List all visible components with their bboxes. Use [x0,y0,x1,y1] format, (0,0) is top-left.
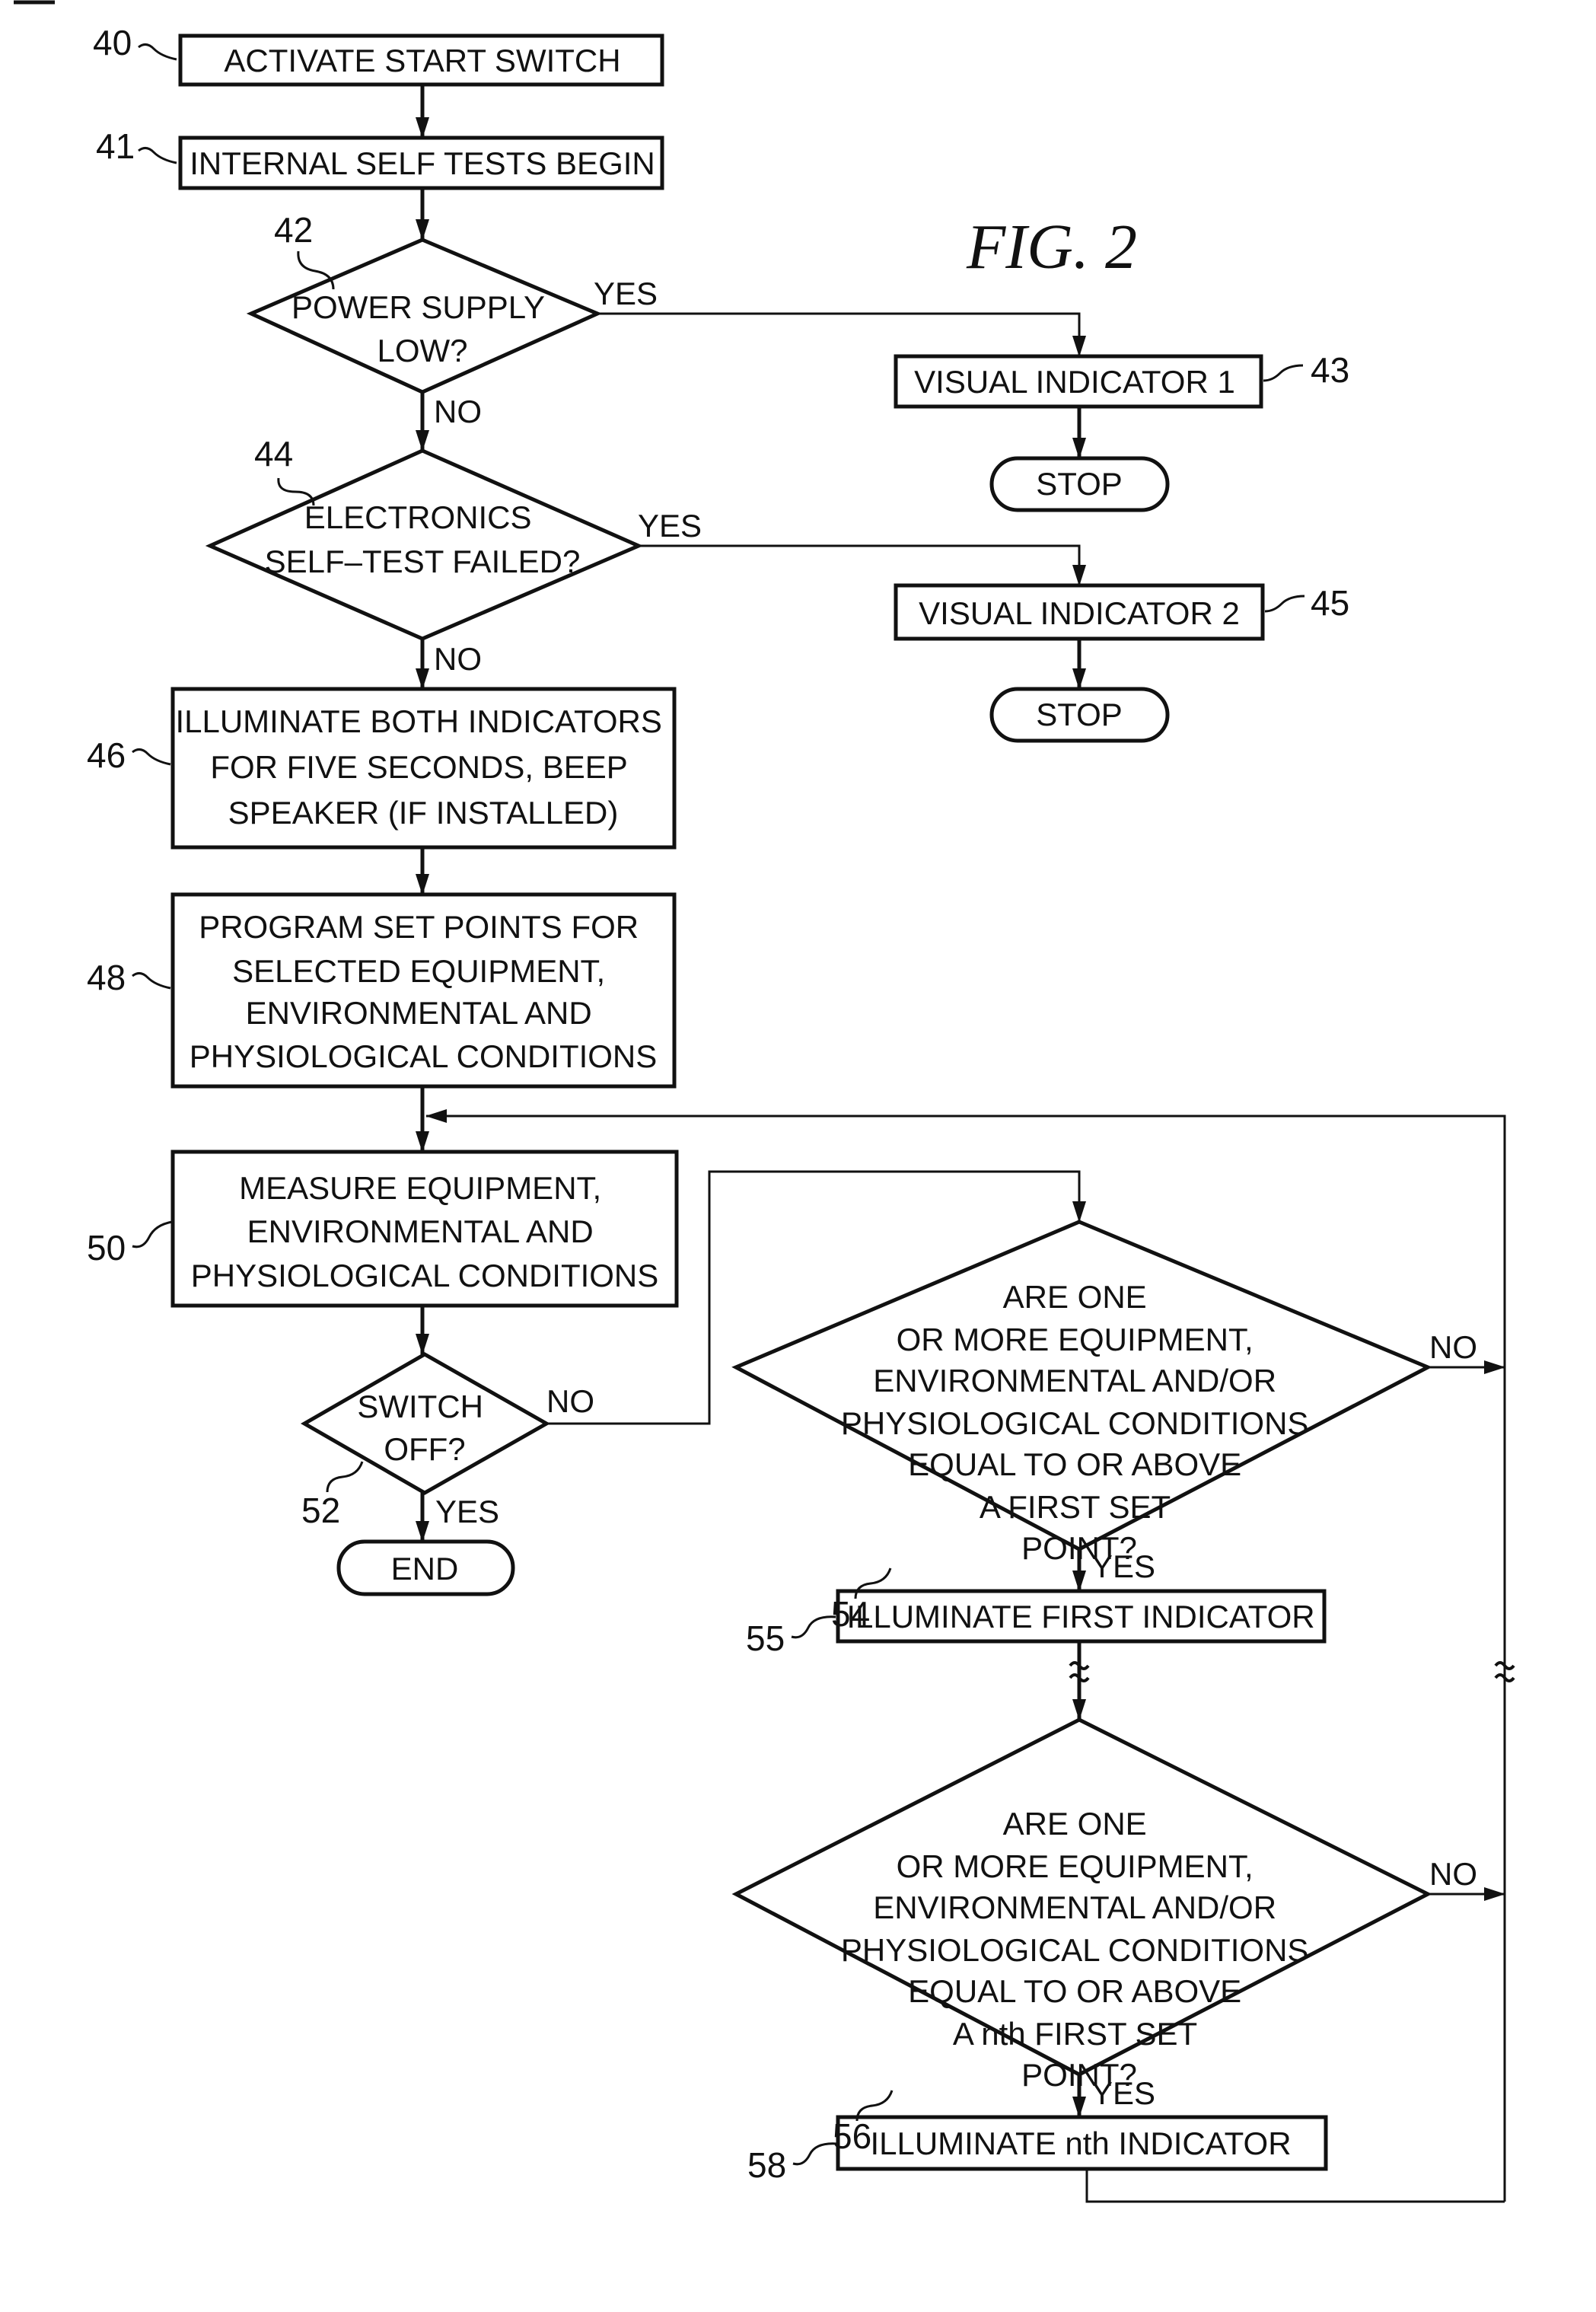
label-44-no: NO [434,641,482,677]
leader-52 [326,1461,364,1493]
leader-43 [1263,364,1304,382]
label-54-no: NO [1429,1329,1477,1365]
node-45-text: VISUAL INDICATOR 2 [919,595,1240,631]
node-56-text: ARE ONE OR MORE EQUIPMENT, ENVIRONMENTAL… [841,1806,1317,2093]
ref-52: 52 [301,1491,340,1530]
ref-42: 42 [274,210,313,250]
leader-41 [138,147,177,164]
label-44-yes: YES [638,508,702,544]
stop-1-text: STOP [1036,466,1123,502]
ref-54: 54 [831,1594,870,1634]
node-50-text: MEASURE EQUIPMENT, ENVIRONMENTAL AND PHY… [191,1170,659,1293]
ref-43: 43 [1311,350,1349,390]
node-54-text: ARE ONE OR MORE EQUIPMENT, ENVIRONMENTAL… [841,1279,1317,1566]
ref-45: 45 [1311,583,1349,623]
ref-40: 40 [93,23,132,62]
end-text: END [391,1551,459,1587]
ref-41: 41 [96,126,135,166]
label-42-no: NO [434,394,482,429]
edge-44-yes [639,544,1086,586]
node-43-text: VISUAL INDICATOR 1 [914,364,1235,400]
leader-50 [132,1220,173,1248]
leader-55 [791,1615,836,1639]
leader-45 [1264,595,1305,613]
ref-46: 46 [87,735,126,775]
figure-title: FIG. 2 [966,212,1137,282]
ref-50: 50 [87,1228,126,1268]
label-52-yes: YES [435,1494,499,1529]
ref-56: 56 [833,2116,871,2156]
edge-58-loop [1085,2169,1505,2203]
node-58-text: ILLUMINATE nth INDICATOR [870,2125,1291,2161]
node-40-text: ACTIVATE START SWITCH [224,43,620,78]
leader-58 [792,2142,838,2166]
node-55-text: ILLUMINATE FIRST INDICATOR [846,1599,1314,1634]
label-52-no: NO [546,1383,594,1419]
edge-42-yes [597,312,1086,357]
label-56-no: NO [1429,1856,1477,1892]
leader-48 [132,972,171,990]
flowchart: FIG. 2 ACTIVATE START SWITCH INTERNAL SE… [14,0,1515,2203]
ref-44: 44 [254,434,293,474]
leader-40 [138,43,177,61]
ref-48: 48 [87,958,126,997]
node-46-text: ILLUMINATE BOTH INDICATORS FOR FIVE SECO… [175,703,671,831]
leader-46 [132,748,171,766]
label-56-yes: YES [1091,2075,1155,2111]
label-54-yes: YES [1091,1548,1155,1584]
label-42-yes: YES [594,276,658,311]
node-41-text: INTERNAL SELF TESTS BEGIN [190,145,655,181]
ref-55: 55 [746,1618,785,1658]
stop-2-text: STOP [1036,697,1123,732]
ref-58: 58 [747,2145,786,2185]
